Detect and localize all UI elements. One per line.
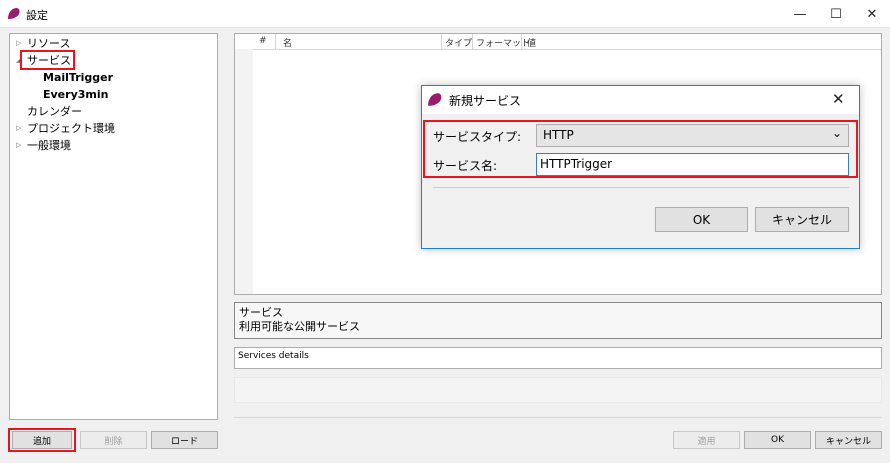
- details-area-disabled: [234, 377, 882, 403]
- highlight-box: [423, 120, 858, 178]
- expand-arrow-icon[interactable]: ▷: [16, 141, 21, 149]
- delete-button[interactable]: 削除: [80, 431, 147, 449]
- grid-header: # 名 タイプ フォーマット 値: [235, 34, 881, 50]
- load-button[interactable]: ロード: [151, 431, 218, 449]
- column-header-type[interactable]: タイプ: [445, 36, 472, 49]
- dialog-cancel-button[interactable]: キャンセル: [755, 207, 849, 232]
- app-logo-icon: [428, 93, 442, 106]
- tree-item-resources[interactable]: リソース: [27, 37, 70, 51]
- column-header-number[interactable]: #: [259, 36, 267, 46]
- column-header-value[interactable]: 値: [527, 36, 536, 49]
- details-field[interactable]: Services details: [234, 347, 882, 369]
- divider: [234, 417, 882, 418]
- title-bar: 設定 — ☐ ✕: [0, 0, 890, 28]
- close-button[interactable]: ✕: [854, 0, 890, 28]
- description-panel: サービス 利用可能な公開サービス: [234, 302, 882, 339]
- highlight-box: [8, 428, 76, 452]
- close-icon[interactable]: ✕: [832, 90, 845, 108]
- minimize-button[interactable]: —: [782, 0, 818, 28]
- ok-button[interactable]: OK: [744, 431, 811, 449]
- highlight-box: [20, 50, 75, 70]
- column-header-name[interactable]: 名: [283, 36, 292, 49]
- tree-item-general-env[interactable]: 一般環境: [27, 139, 71, 153]
- dialog-title-bar: 新規サービス ✕: [422, 86, 859, 114]
- tree-item-calendar[interactable]: カレンダー: [27, 105, 82, 119]
- maximize-button[interactable]: ☐: [818, 0, 854, 28]
- cancel-button[interactable]: キャンセル: [815, 431, 882, 449]
- tree-item-mailtrigger[interactable]: MailTrigger: [43, 71, 113, 85]
- expand-arrow-icon[interactable]: ▷: [16, 39, 21, 47]
- window-title: 設定: [26, 9, 48, 22]
- row-gutter: [235, 49, 253, 294]
- dialog-ok-button[interactable]: OK: [655, 207, 748, 232]
- dialog-title: 新規サービス: [449, 94, 522, 108]
- app-logo-icon: [8, 8, 20, 19]
- expand-arrow-icon[interactable]: ▷: [16, 124, 21, 132]
- tree-item-project-env[interactable]: プロジェクト環境: [27, 122, 115, 136]
- description-text: 利用可能な公開サービス: [239, 320, 360, 333]
- dialog-divider: [433, 187, 849, 188]
- tree-item-every3min[interactable]: Every3min: [43, 88, 108, 102]
- description-title: サービス: [239, 306, 283, 319]
- settings-tree[interactable]: ▷ リソース ◢ サービス MailTrigger Every3min カレンダ…: [9, 33, 218, 420]
- apply-button[interactable]: 適用: [673, 431, 740, 449]
